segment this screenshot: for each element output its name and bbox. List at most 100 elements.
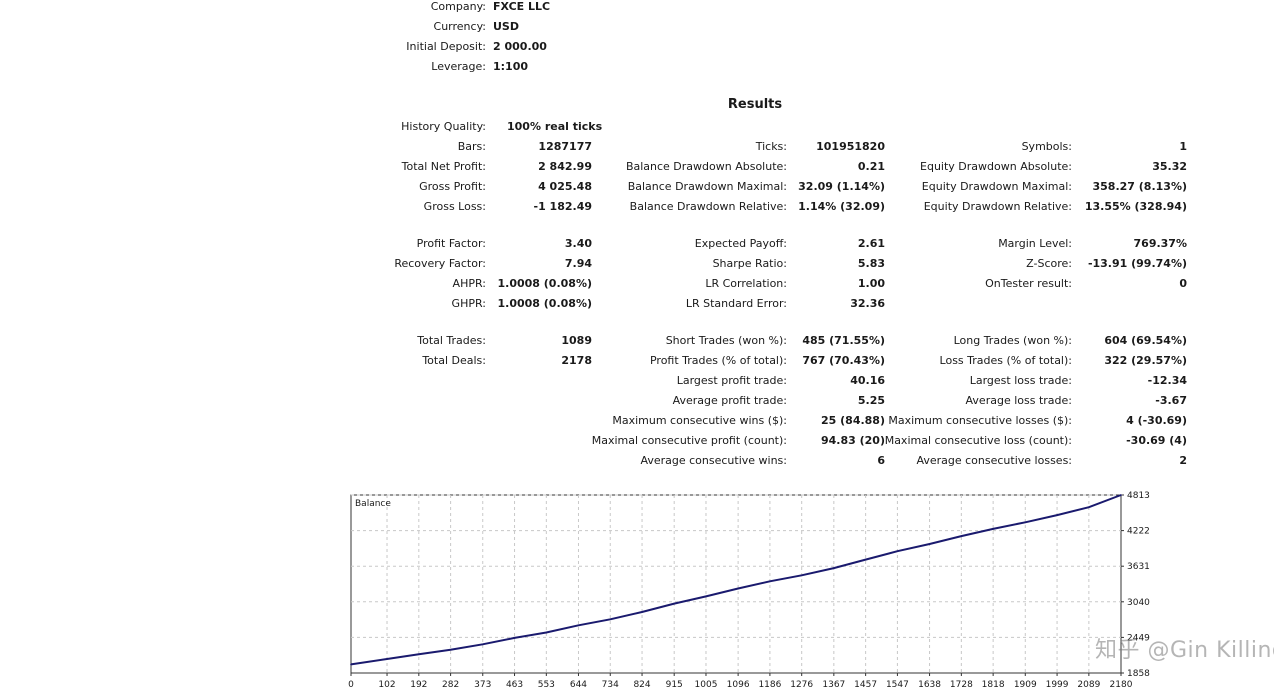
x-tick-label: 282 bbox=[442, 680, 459, 690]
balance-point bbox=[769, 580, 771, 583]
balance-point bbox=[545, 631, 548, 634]
company-value: FXCE LLC bbox=[493, 0, 551, 13]
col3-value: -13.91 (99.74%) bbox=[1087, 257, 1187, 270]
balance-point bbox=[418, 653, 420, 656]
history-quality-label: History Quality: bbox=[401, 120, 486, 133]
balance-chart: 0 102 192 282 373 463 553 644 734 824 915 1005 1096 1… bbox=[348, 491, 1150, 690]
balance-point bbox=[928, 543, 931, 545]
balance-point bbox=[481, 643, 484, 646]
col1-value: 1089 bbox=[561, 334, 592, 347]
col3-value: 604 (69.54%) bbox=[1104, 334, 1187, 347]
x-tick-label: 644 bbox=[570, 680, 587, 690]
col2-value: 5.25 bbox=[857, 394, 885, 407]
col1-label: Gross Loss: bbox=[423, 200, 486, 213]
currency-value: USD bbox=[493, 20, 519, 33]
x-tick-label: 1186 bbox=[758, 680, 781, 690]
initial-deposit-label: Initial Deposit: bbox=[406, 40, 486, 53]
balance-point bbox=[513, 637, 516, 639]
col1-label: Total Deals: bbox=[422, 354, 486, 367]
col3-value: 769.37% bbox=[1133, 237, 1187, 250]
col2-label: Balance Drawdown Absolute: bbox=[625, 160, 787, 173]
col1-label: Total Trades: bbox=[417, 334, 486, 347]
x-tick-label: 1909 bbox=[1014, 680, 1037, 690]
col3-label: Equity Drawdown Maximal: bbox=[921, 180, 1072, 193]
col1-value: 3.40 bbox=[564, 237, 592, 250]
y-tick-label: 4222 bbox=[1127, 527, 1150, 537]
x-tick-label: 373 bbox=[474, 680, 491, 690]
col2-value: 32.09 (1.14%) bbox=[798, 180, 885, 193]
col3-label: Margin Level: bbox=[998, 237, 1072, 250]
balance-point bbox=[1120, 494, 1122, 496]
balance-point bbox=[864, 558, 867, 561]
col2-label: Average consecutive wins: bbox=[640, 454, 787, 467]
col2-value: 32.36 bbox=[850, 297, 885, 310]
col1-label: Total Net Profit: bbox=[401, 160, 486, 173]
balance-point bbox=[449, 648, 452, 651]
col1-value: 4 025.48 bbox=[538, 180, 592, 193]
col2-label: Expected Payoff: bbox=[694, 237, 787, 250]
col2-value: 25 (84.88) bbox=[821, 414, 885, 427]
x-tick-label: 1276 bbox=[790, 680, 813, 690]
x-tick-label: 915 bbox=[666, 680, 683, 690]
col3-label: Average consecutive losses: bbox=[916, 454, 1072, 467]
col3-value: 0 bbox=[1179, 277, 1187, 290]
col1-value: 1.0008 (0.08%) bbox=[497, 277, 593, 290]
col2-label: LR Correlation: bbox=[705, 277, 787, 290]
col1-value: 2 842.99 bbox=[538, 160, 592, 173]
col3-label: OnTester result: bbox=[985, 277, 1072, 290]
col2-value: 0.21 bbox=[857, 160, 885, 173]
col1-label: Bars: bbox=[457, 140, 486, 153]
x-tick-label: 553 bbox=[538, 680, 555, 690]
col1-label: AHPR: bbox=[452, 277, 486, 290]
x-tick-label: 1638 bbox=[918, 680, 941, 690]
col3-value: 35.32 bbox=[1152, 160, 1187, 173]
leverage-label: Leverage: bbox=[431, 60, 486, 73]
x-tick-label: 824 bbox=[633, 680, 650, 690]
col2-value: 1.00 bbox=[857, 277, 885, 290]
y-tick-label: 1858 bbox=[1127, 669, 1150, 679]
balance-point bbox=[1024, 521, 1027, 524]
col3-value: -30.69 (4) bbox=[1126, 434, 1187, 447]
y-tick-label: 4813 bbox=[1127, 491, 1150, 501]
col3-label: Z-Score: bbox=[1026, 257, 1072, 270]
col1-value: 7.94 bbox=[564, 257, 592, 270]
balance-point bbox=[992, 528, 994, 530]
col2-label: Maximum consecutive wins ($): bbox=[612, 414, 787, 427]
x-tick-label: 1547 bbox=[886, 680, 909, 690]
currency-label: Currency: bbox=[433, 20, 486, 33]
x-tick-label: 2180 bbox=[1110, 680, 1133, 690]
balance-point bbox=[737, 587, 739, 590]
col2-label: Maximal consecutive profit (count): bbox=[591, 434, 787, 447]
balance-point bbox=[386, 658, 388, 660]
watermark: 知乎 @Gin Killing bbox=[1095, 638, 1274, 663]
col2-value: 767 (70.43%) bbox=[802, 354, 885, 367]
col2-value: 485 (71.55%) bbox=[802, 334, 885, 347]
balance-point bbox=[1056, 514, 1058, 516]
x-tick-label: 463 bbox=[506, 680, 523, 690]
balance-point bbox=[705, 595, 707, 598]
initial-deposit-value: 2 000.00 bbox=[493, 40, 547, 53]
x-tick-label: 2089 bbox=[1077, 680, 1100, 690]
x-tick-label: 1457 bbox=[854, 680, 877, 690]
x-tick-label: 1005 bbox=[695, 680, 718, 690]
leverage-value: 1:100 bbox=[493, 60, 529, 73]
col3-value: 4 (-30.69) bbox=[1126, 414, 1187, 427]
col3-label: Maximal consecutive loss (count): bbox=[884, 434, 1072, 447]
col1-value: 1.0008 (0.08%) bbox=[497, 297, 593, 310]
balance-point bbox=[609, 618, 612, 621]
balance-point bbox=[800, 574, 803, 577]
col1-label: GHPR: bbox=[451, 297, 486, 310]
col3-value: 2 bbox=[1179, 454, 1187, 467]
col3-label: Long Trades (won %): bbox=[953, 334, 1072, 347]
balance-point bbox=[896, 550, 899, 553]
col2-value: 1.14% (32.09) bbox=[798, 200, 885, 213]
x-tick-label: 0 bbox=[348, 680, 354, 690]
balance-point bbox=[673, 602, 675, 605]
col2-value: 5.83 bbox=[857, 257, 885, 270]
col3-value: 358.27 (8.13%) bbox=[1092, 180, 1188, 193]
x-tick-label: 102 bbox=[378, 680, 395, 690]
y-tick-label: 3631 bbox=[1127, 562, 1150, 572]
history-quality-value: 100% real ticks bbox=[507, 120, 603, 133]
balance-point bbox=[641, 611, 643, 613]
col2-value: 94.83 (20) bbox=[821, 434, 885, 447]
